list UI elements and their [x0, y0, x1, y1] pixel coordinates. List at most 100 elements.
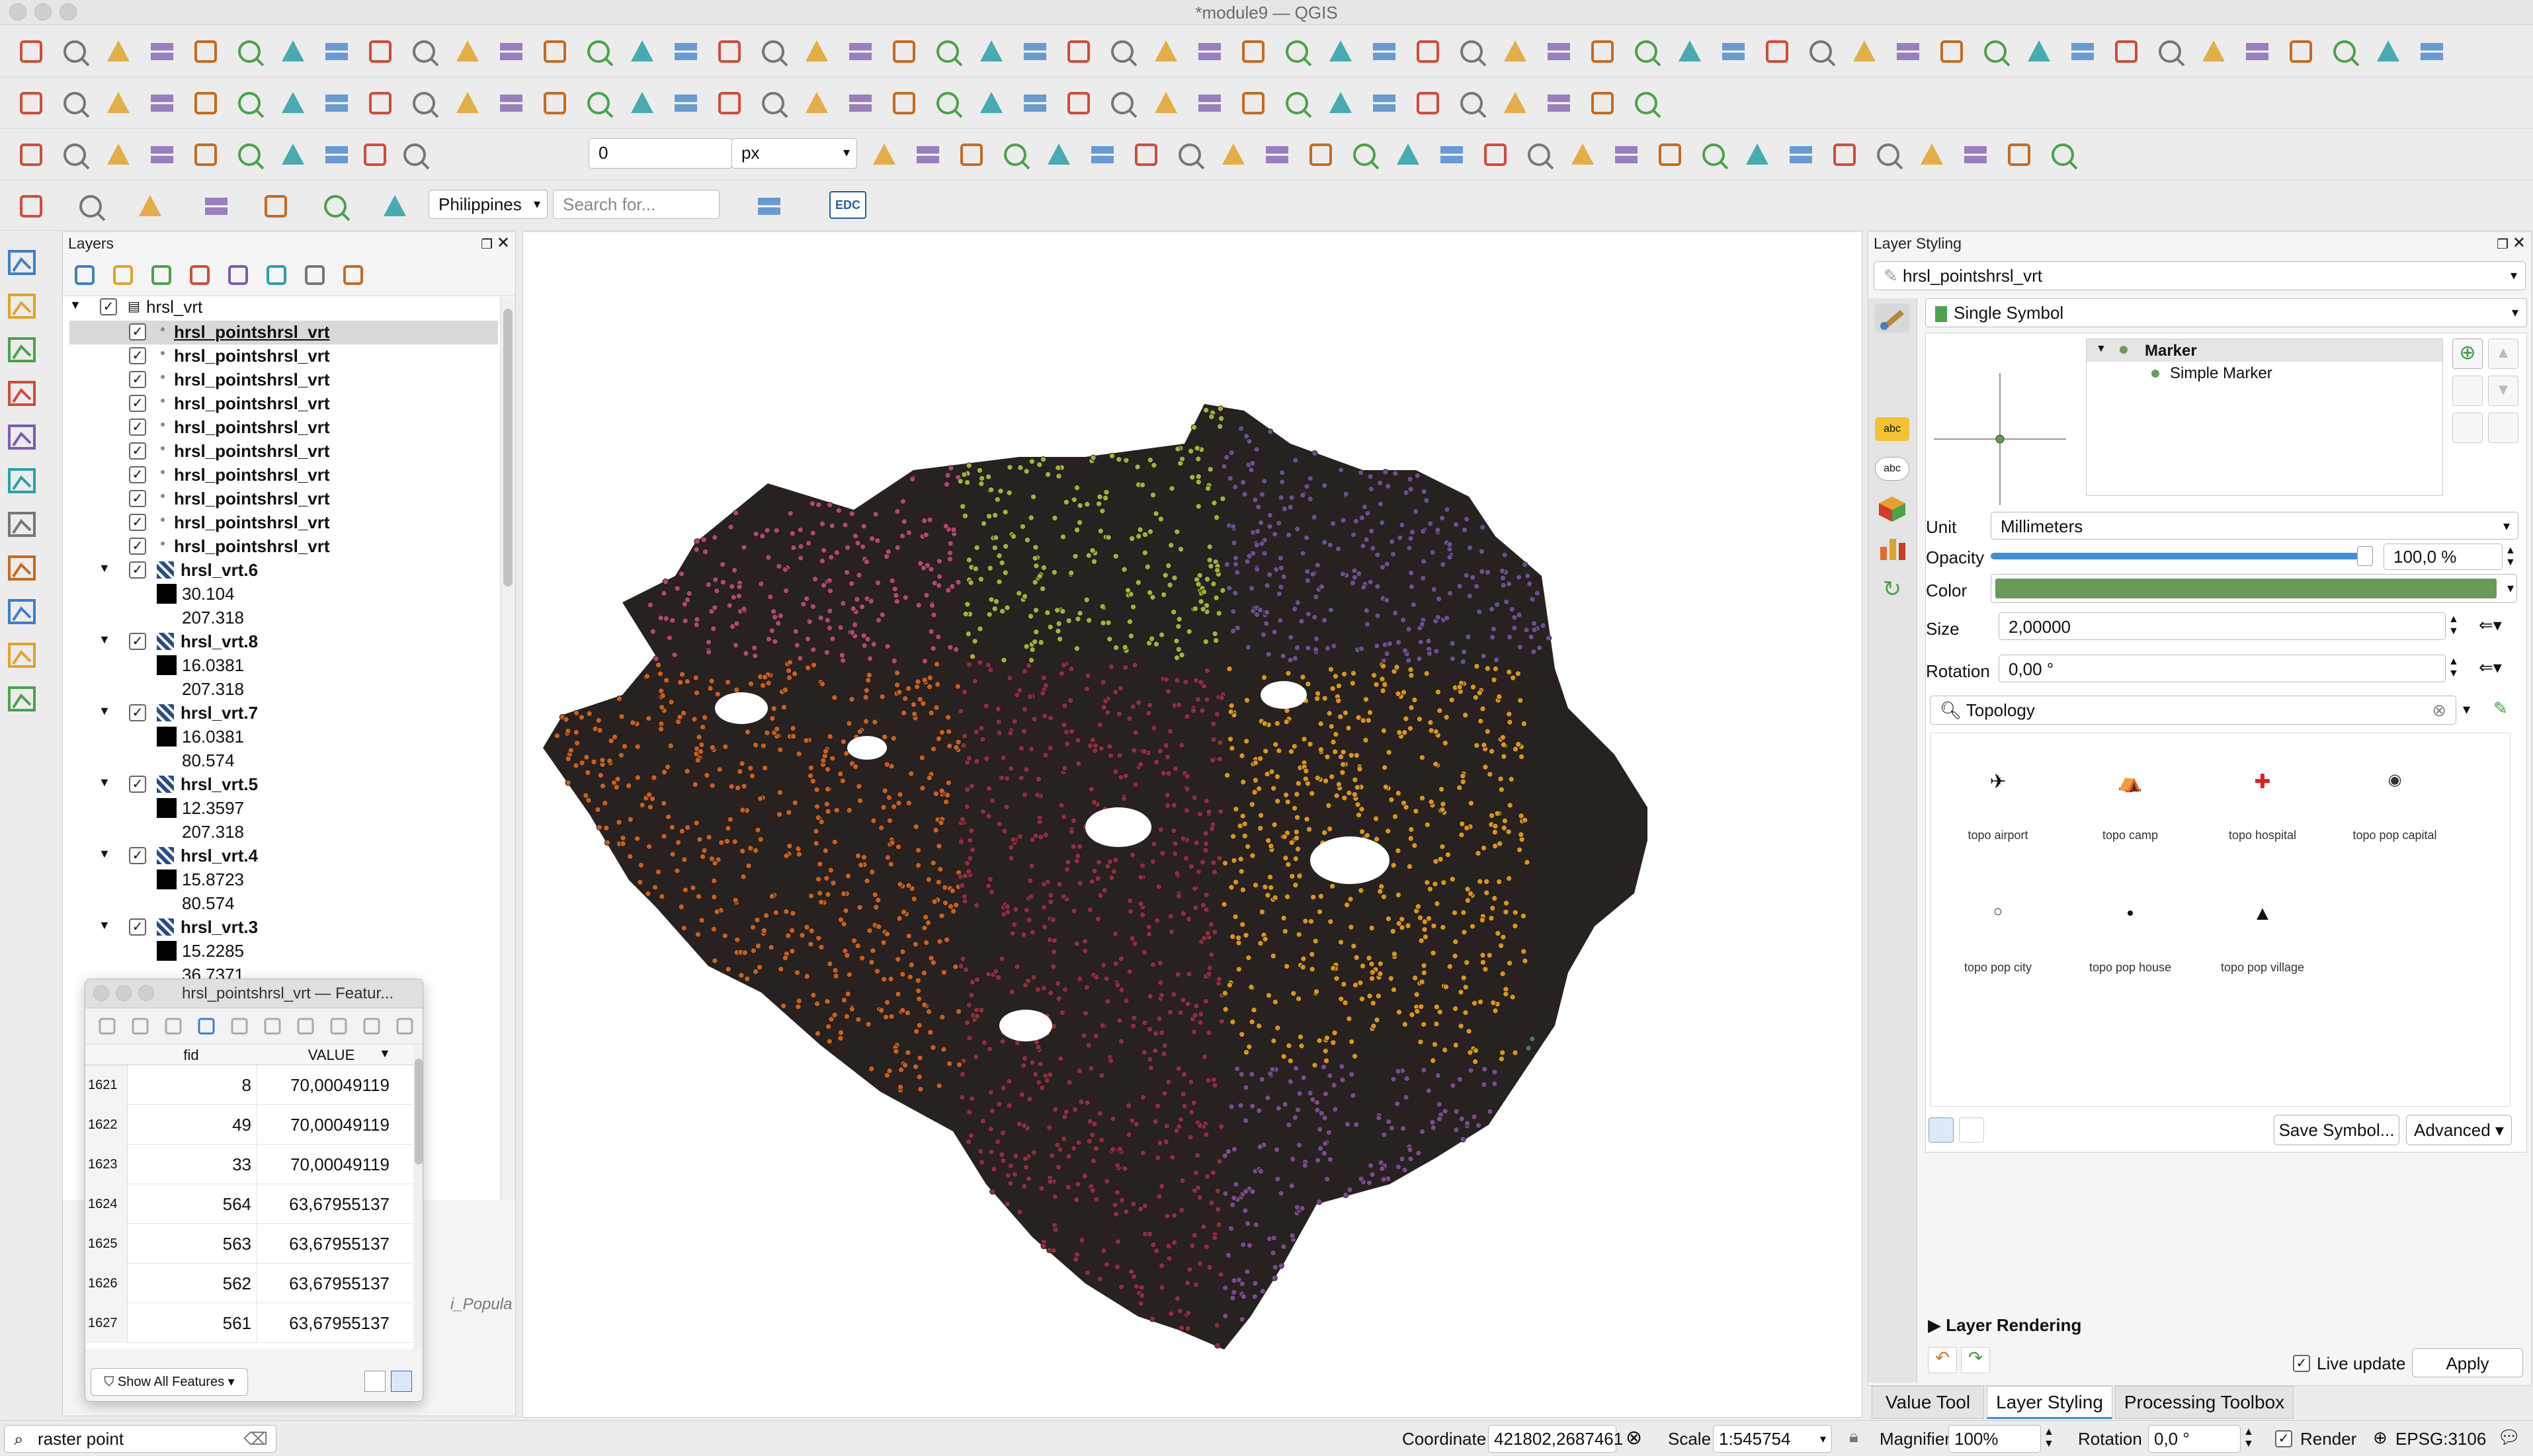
raster-layer-item[interactable]: ▼ ✓ hrsl_vrt.5 — [69, 773, 498, 797]
magnifier-spinner[interactable]: ▲ ▼ — [2044, 1426, 2054, 1450]
layer-visibility-checkbox[interactable]: ✓ — [129, 442, 146, 460]
field-calculator-icon[interactable] — [1017, 34, 1053, 69]
add-spatialite-icon[interactable] — [4, 463, 42, 501]
add-feature-icon[interactable] — [227, 1014, 252, 1039]
sort-arrow-icon[interactable]: ▼ — [379, 1047, 391, 1061]
network-icon[interactable] — [1347, 137, 1382, 173]
layout-manager-icon[interactable] — [188, 34, 224, 69]
magnet-icon[interactable] — [2001, 137, 2037, 173]
statistics-icon[interactable] — [974, 34, 1009, 69]
tools-icon[interactable] — [1434, 137, 1470, 173]
map-tips-icon[interactable] — [1148, 34, 1184, 69]
reshape-icon[interactable] — [101, 137, 136, 173]
move-down-button[interactable]: ▼ — [2488, 376, 2518, 406]
multi-edit-icon[interactable] — [128, 1014, 153, 1039]
lock-layer-button[interactable] — [2488, 413, 2518, 443]
styled-layer-select[interactable]: ✎ hrsl_pointshrsl_vrt ▾ — [1874, 261, 2526, 290]
add-symbol-layer-button[interactable]: ⊕ — [2452, 339, 2483, 369]
expand-all-icon[interactable] — [261, 260, 292, 290]
size-spinner[interactable]: ▲ ▼ — [2448, 614, 2459, 637]
snapping-icon[interactable] — [2045, 137, 2081, 173]
redo-icon[interactable] — [450, 85, 485, 121]
cell-value[interactable]: 63,67955137 — [260, 1224, 395, 1264]
manage-visibility-icon[interactable] — [146, 260, 177, 290]
pin-label-icon[interactable] — [537, 85, 573, 121]
zoom-to-layer-icon[interactable] — [1803, 34, 1839, 69]
diagrams-tab-icon[interactable] — [1875, 534, 1909, 563]
snap-icon[interactable] — [1061, 85, 1097, 121]
info-icon[interactable] — [1477, 137, 1513, 173]
cell-value[interactable]: 63,67955137 — [260, 1264, 395, 1303]
field-calculator-icon[interactable] — [2283, 34, 2319, 69]
offset-curve-icon[interactable] — [144, 137, 180, 173]
point-layer-item[interactable]: ✓ hrsl_pointshrsl_vrt — [69, 321, 498, 344]
table-scrollbar[interactable] — [413, 1045, 423, 1350]
open-eo-icon[interactable] — [1565, 137, 1600, 173]
feature-filter-dropdown[interactable]: ⛉ Show All Features ▾ — [91, 1368, 248, 1396]
zoom-last-icon[interactable] — [1890, 34, 1926, 69]
sort-icon[interactable] — [1521, 137, 1557, 173]
opacity-slider-handle[interactable] — [2357, 546, 2373, 566]
crs-icon[interactable]: ⊕ — [2373, 1428, 2388, 1448]
row-header[interactable]: 1627 — [85, 1303, 128, 1343]
raster-layer-item[interactable]: ▼ ✓ hrsl_vrt.8 — [69, 630, 498, 654]
raster-layer-item[interactable]: ▼ ✓ hrsl_vrt.4 — [69, 844, 498, 868]
cell-fid[interactable]: 562 — [132, 1264, 257, 1303]
sum-icon[interactable] — [2327, 34, 2362, 69]
close-panel-icon[interactable]: ✕ — [497, 233, 510, 253]
pan-map-icon[interactable] — [275, 34, 311, 69]
clear-search-icon[interactable]: ⊗ — [2432, 696, 2446, 724]
location-select[interactable]: Philippines ▾ — [429, 190, 548, 219]
print-layout-icon[interactable] — [1410, 34, 1446, 69]
point-layer-item[interactable]: ✓ hrsl_pointshrsl_vrt — [69, 487, 498, 511]
layer-visibility-checkbox[interactable]: ✓ — [129, 371, 146, 388]
label-icon[interactable] — [1585, 85, 1620, 121]
locator-input[interactable]: ⌕ raster point ⌫ — [4, 1425, 276, 1453]
delete-part-icon[interactable] — [319, 137, 354, 173]
digitize-icon[interactable] — [13, 85, 49, 121]
rotation-spinner[interactable]: ▲ ▼ — [2243, 1426, 2254, 1450]
lasso-icon[interactable] — [317, 188, 353, 224]
layer-visibility-checkbox[interactable]: ✓ — [129, 490, 146, 507]
identify-icon[interactable] — [886, 34, 922, 69]
text-annotation-icon[interactable] — [1235, 34, 1271, 69]
layer-visibility-checkbox[interactable]: ✓ — [129, 704, 146, 721]
raster-layer-item[interactable]: ▼ ✓ hrsl_vrt.3 — [69, 916, 498, 940]
undo-icon[interactable] — [1497, 85, 1533, 121]
point-layer-item[interactable]: ✓ hrsl_pointshrsl_vrt — [69, 344, 498, 368]
layer-rendering-section[interactable]: ▶ Layer Rendering — [1928, 1315, 2081, 1336]
add-vector-icon[interactable] — [4, 245, 42, 283]
add-mesh-icon[interactable] — [4, 332, 42, 370]
row-header[interactable]: 1626 — [85, 1264, 128, 1303]
duplicate-layer-button[interactable] — [2452, 413, 2483, 443]
cell-value[interactable]: 70,00049119 — [260, 1145, 395, 1184]
table-row[interactable]: 1626 562 63,67955137 — [85, 1264, 413, 1303]
move-up-button[interactable]: ▲ — [2488, 339, 2518, 369]
fill-ring-icon[interactable] — [275, 137, 311, 173]
symbol-library-item[interactable]: ⛺ topo camp — [2064, 770, 2196, 842]
point-layer-item[interactable]: ✓ hrsl_pointshrsl_vrt — [69, 511, 498, 535]
toggle-edit-icon[interactable] — [95, 1014, 120, 1039]
raster-layer-item[interactable]: ▼ ✓ hrsl_vrt.7 — [69, 702, 498, 725]
vertex-tool-icon[interactable] — [1279, 85, 1315, 121]
float-panel-icon[interactable]: ❐ — [481, 236, 493, 253]
advanced-digitize-icon[interactable] — [13, 137, 49, 173]
save-project-icon[interactable] — [1366, 34, 1402, 69]
table-icon[interactable] — [1303, 137, 1339, 173]
history-icon[interactable] — [997, 137, 1033, 173]
temporal-controller-icon[interactable] — [2065, 34, 2100, 69]
messages-icon[interactable]: 💬︎ — [2497, 1426, 2521, 1448]
advanced-digitize-icon[interactable] — [1652, 137, 1688, 173]
simple-marker-row[interactable]: Simple Marker — [2087, 362, 2442, 384]
edc-button[interactable]: EDC — [829, 191, 866, 219]
collapse-arrow-icon[interactable]: ▼ — [99, 561, 110, 575]
opacity-spinner[interactable]: ▲ ▼ — [2505, 545, 2516, 569]
masks-tab-icon[interactable]: abc — [1875, 457, 1909, 481]
filter-legend-icon[interactable] — [185, 260, 215, 290]
undo-icon[interactable] — [406, 85, 442, 121]
undo-icon[interactable]: ↶ — [1928, 1347, 1957, 1373]
add-geopackage-icon[interactable] — [4, 419, 42, 458]
pca-icon[interactable] — [1390, 137, 1426, 173]
unit-select[interactable]: px ▾ — [731, 138, 857, 169]
tab-layer-styling[interactable]: Layer Styling — [1987, 1386, 2112, 1419]
